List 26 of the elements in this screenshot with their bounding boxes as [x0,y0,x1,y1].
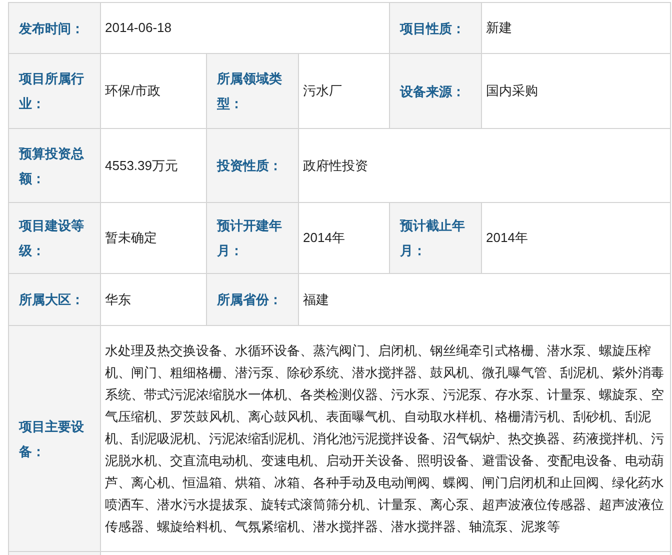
field-label: 所属省份： [217,292,282,307]
field-value: 新建 [486,19,513,37]
field-value: 2014-06-18 [105,19,172,37]
field-label: 发布时间： [19,20,84,36]
field-value: 政府性投资 [303,156,369,174]
field-label: 项目建设等级： [19,218,84,258]
field-value: 2014年 [486,229,529,247]
field-value: 污水厂 [303,82,343,100]
field-label: 预计截止年月： [400,218,465,258]
field-label: 预算投资总额： [19,146,84,186]
field-label: 所属大区： [19,292,84,307]
field-value: 国内采购 [486,82,539,100]
field-value: 4553.39万元 [105,156,179,174]
field-value: 水处理及热交换设备、水循环设备、蒸汽阀门、启闭机、钢丝绳牵引式格栅、潜水泵、螺旋压榨机、闸门、粗细格栅、潜污泵、除砂系统、潜水搅拌器、鼓风机、微孔曝气管、刮泥机、紫外消毒系统、带式污泥浓缩脱水一体机、各类检测仪器、污水泵、污泥泵、存水泵、计量泵、螺旋泵、空气压缩机、罗茨鼓风机、离心鼓风机、表面曝气机、自动取水样机、格栅清污机、刮砂机、刮泥机、刮泥吸泥机、污泥浓缩刮泥机、消化池污泥搅拌设备、沼气锅炉、热交换器、药液搅拌机、污泥脱水机、交直流电动机、变速电机、启动开关设备、照明设备、避雷设备、变配电设备、电动葫芦、离心机、恒温箱、烘箱、冰箱、各种手动及电动闸阀、蝶阀、闸门启闭机和止回阀、绿化药水喷洒车、潜水污水提拔泵、旋转式滚筒筛分机、计量泵、离心泵、超声波液位传感器、超声波液位传感器、螺旋给料机、气氛紧缩机、潜水搅拌器、潜水搅拌器、轴流泵、泥浆等 [105,342,665,536]
field-label: 项目性质： [400,20,465,36]
field-label: 预计开建年月： [217,218,282,258]
field-value: 环保/市政 [105,82,162,100]
field-label: 投资性质： [217,158,282,173]
field-value: 福建 [303,290,330,308]
field-value: 暂未确定 [105,229,158,247]
field-label: 所属领域类型： [217,71,282,111]
field-label: 项目主要设备： [19,418,84,458]
field-label: 项目所属行业： [19,71,84,111]
field-label: 设备来源： [400,84,465,98]
field-value: 华东 [105,290,132,308]
field-value: 2014年 [303,229,346,247]
